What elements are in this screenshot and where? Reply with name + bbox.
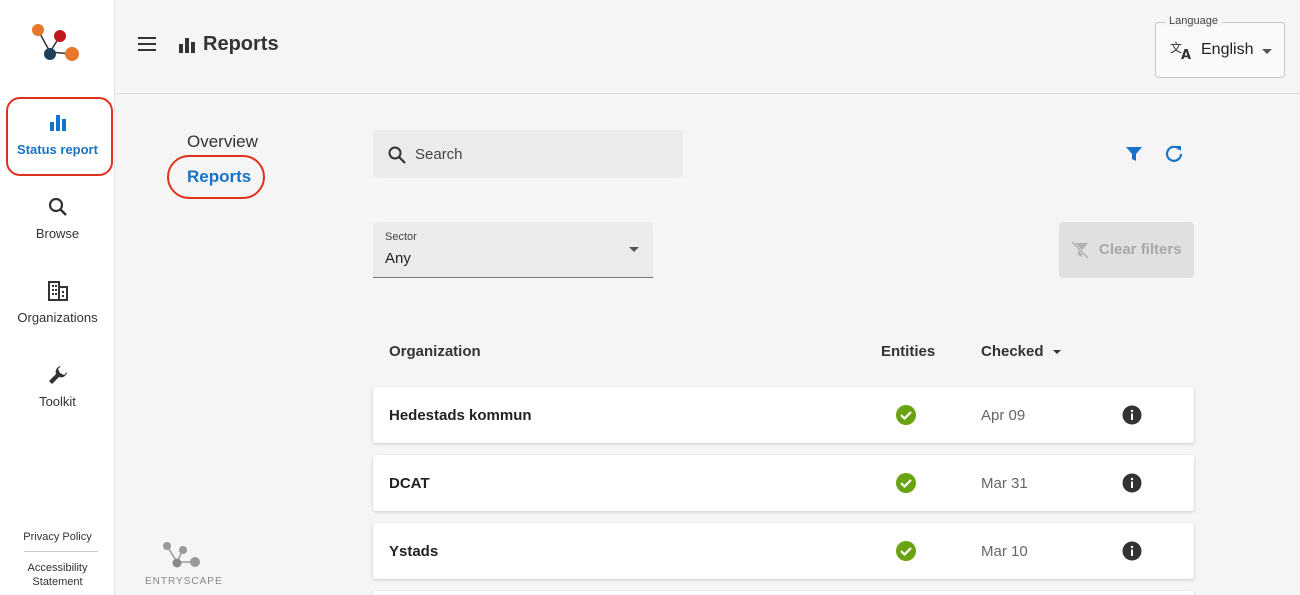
left-rail: Status report Browse Organizations Toolk… (0, 0, 115, 595)
rail-item-label: Organizations (17, 310, 98, 325)
bar-chart-icon (49, 115, 66, 131)
search-input[interactable] (415, 142, 665, 166)
filter-icon[interactable] (1125, 145, 1143, 163)
organization-name: Hedestads kommun (389, 407, 532, 424)
menu-icon[interactable] (138, 37, 156, 51)
search-icon (48, 197, 67, 216)
organization-name: DCAT (389, 475, 430, 492)
rail-item-organizations[interactable]: Organizations (0, 280, 115, 325)
accessibility-statement-link[interactable]: Accessibility Statement (0, 561, 115, 589)
organization-name: Ystads (389, 543, 439, 560)
rail-item-label: Toolkit (39, 394, 76, 409)
rail-item-label: Browse (35, 226, 80, 241)
clear-filters-label: Clear filters (1099, 241, 1182, 258)
rail-item-browse[interactable]: Browse (0, 196, 115, 241)
rail-item-toolkit[interactable]: Toolkit (0, 364, 115, 409)
rail-footer-divider (24, 551, 98, 552)
refresh-icon[interactable] (1164, 144, 1184, 164)
subnav-reports[interactable]: Reports (187, 167, 251, 187)
clear-filters-button[interactable]: Clear filters (1059, 222, 1194, 278)
check-circle-icon (896, 473, 916, 493)
table-row-partial[interactable] (373, 591, 1194, 595)
check-circle-icon (896, 405, 916, 425)
subnav-overview[interactable]: Overview (187, 132, 258, 152)
wrench-icon (48, 366, 67, 384)
app-logo[interactable] (28, 22, 84, 66)
check-circle-icon (896, 541, 916, 561)
privacy-policy-link[interactable]: Privacy Policy (0, 530, 115, 544)
rail-item-label: Status report (17, 142, 98, 157)
chevron-down-icon (629, 247, 639, 252)
column-header-entities: Entities (881, 343, 936, 360)
info-icon[interactable] (1122, 541, 1142, 561)
entryscape-wordmark: ENTRYSCAPE (145, 576, 223, 587)
info-icon[interactable] (1122, 473, 1142, 493)
column-header-checked[interactable]: Checked (981, 343, 1061, 360)
top-bar: Reports Language 文 A English (116, 0, 1300, 94)
language-label: Language (1165, 15, 1222, 27)
checked-date: Apr 09 (981, 407, 1026, 424)
sector-value: Any (385, 250, 411, 267)
search-icon (388, 146, 406, 164)
language-select[interactable]: Language 文 A English (1155, 15, 1285, 78)
svg-text:A: A (1181, 48, 1191, 61)
accessibility-line-1: Accessibility (27, 562, 88, 574)
language-value: English (1201, 41, 1254, 58)
sector-label: Sector (385, 231, 417, 243)
column-header-checked-label: Checked (981, 343, 1044, 360)
filter-off-icon (1071, 241, 1089, 259)
accessibility-line-2: Statement (32, 576, 83, 588)
table-row[interactable]: DCAT Mar 31 (373, 455, 1194, 511)
rail-item-status-report[interactable]: Status report (0, 112, 115, 157)
bar-chart-icon (179, 38, 195, 53)
table-row[interactable]: Hedestads kommun Apr 09 (373, 387, 1194, 443)
sort-down-icon (1053, 350, 1061, 354)
table-row[interactable]: Ystads Mar 10 (373, 523, 1194, 579)
building-icon (47, 281, 68, 301)
search-box[interactable] (373, 130, 683, 178)
chevron-down-icon (1262, 49, 1272, 54)
page-title: Reports (203, 33, 279, 55)
info-icon[interactable] (1122, 405, 1142, 425)
sector-select[interactable]: Sector Any (373, 222, 653, 278)
column-header-organization: Organization (389, 343, 481, 360)
checked-date: Mar 10 (981, 543, 1028, 560)
checked-date: Mar 31 (981, 475, 1028, 492)
translate-icon: 文 A (1170, 40, 1191, 61)
